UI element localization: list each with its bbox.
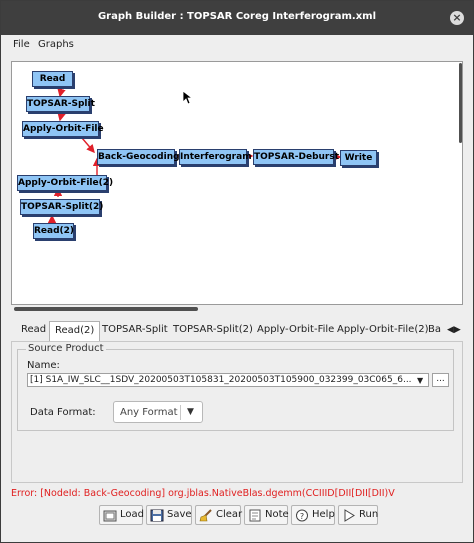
edge-orbit-backgeo bbox=[81, 137, 95, 154]
menu-bar: File Graphs bbox=[1, 35, 473, 55]
menu-file[interactable]: File bbox=[13, 39, 30, 50]
tab-scroll-right-icon[interactable]: ▶ bbox=[454, 325, 461, 335]
note-icon bbox=[249, 509, 261, 522]
graph-node-topsar-deburst[interactable]: TOPSAR-Deburst bbox=[253, 149, 339, 165]
tab-back-geocoding-partial[interactable]: Ba bbox=[423, 321, 446, 341]
data-format-value: Any Format bbox=[120, 407, 178, 418]
help-icon: ? bbox=[296, 509, 308, 522]
note-label: Note bbox=[265, 509, 289, 520]
source-product-legend: Source Product bbox=[26, 343, 106, 354]
horizontal-scroll-thumb[interactable] bbox=[14, 307, 198, 311]
run-button[interactable]: Run bbox=[338, 505, 378, 525]
error-message: Error: [NodeId: Back-Geocoding] org.jbla… bbox=[11, 488, 395, 499]
source-product-select[interactable]: [1] S1A_IW_SLC__1SDV_20200503T105831_202… bbox=[27, 373, 429, 387]
data-format-select[interactable]: Any Format ▼ bbox=[113, 401, 203, 423]
graph-node-read[interactable]: Read bbox=[32, 71, 73, 87]
source-product-group bbox=[17, 349, 454, 431]
tab-topsar-split-2[interactable]: TOPSAR-Split(2) bbox=[168, 321, 258, 341]
chevron-down-icon: ▼ bbox=[187, 407, 194, 417]
edge-read-split bbox=[57, 86, 66, 98]
close-icon[interactable]: × bbox=[450, 11, 464, 25]
graph-node-read-2[interactable]: Read(2) bbox=[33, 223, 74, 239]
graph-node-write[interactable]: Write bbox=[340, 150, 377, 166]
name-label: Name: bbox=[27, 360, 60, 371]
menu-graphs[interactable]: Graphs bbox=[38, 39, 74, 50]
graph-node-back-geocoding[interactable]: Back-Geocoding bbox=[97, 149, 180, 165]
save-label: Save bbox=[167, 509, 192, 520]
clear-label: Clear bbox=[216, 509, 243, 520]
load-icon bbox=[103, 510, 117, 522]
node-tabs: Read Read(2) TOPSAR-Split TOPSAR-Split(2… bbox=[11, 321, 463, 341]
browse-button[interactable]: ... bbox=[432, 373, 449, 387]
edge-split-orbit bbox=[57, 110, 66, 122]
tab-apply-orbit-file-2[interactable]: Apply-Orbit-File(2) bbox=[332, 321, 433, 341]
graph-node-interferogram[interactable]: Interferogram bbox=[179, 149, 252, 165]
broom-icon bbox=[199, 509, 212, 522]
graph-canvas[interactable]: Read TOPSAR-Split Apply-Orbit-File Back-… bbox=[11, 61, 463, 305]
select-divider bbox=[180, 405, 181, 420]
tab-scroll-left-icon[interactable]: ◀ bbox=[447, 325, 454, 335]
graph-vertical-scrollbar[interactable] bbox=[459, 63, 462, 143]
mouse-pointer-icon bbox=[182, 90, 192, 105]
help-label: Help bbox=[312, 509, 335, 520]
dropdown-arrow-icon[interactable]: ▼ bbox=[417, 376, 423, 385]
graph-node-topsar-split[interactable]: TOPSAR-Split bbox=[26, 96, 95, 112]
run-label: Run bbox=[359, 509, 379, 520]
svg-text:?: ? bbox=[300, 512, 304, 521]
tab-topsar-split[interactable]: TOPSAR-Split bbox=[97, 321, 173, 341]
save-button[interactable]: Save bbox=[146, 505, 192, 525]
play-icon bbox=[344, 509, 355, 522]
window-title: Graph Builder : TOPSAR Coreg Interferogr… bbox=[97, 11, 377, 22]
load-label: Load bbox=[120, 509, 144, 520]
help-button[interactable]: ? Help bbox=[291, 505, 335, 525]
graph-builder-window: Graph Builder : TOPSAR Coreg Interferogr… bbox=[0, 0, 474, 543]
data-format-label: Data Format: bbox=[30, 407, 96, 418]
clear-button[interactable]: Clear bbox=[195, 505, 243, 525]
tab-read[interactable]: Read bbox=[16, 321, 51, 341]
graph-horizontal-scrollbar[interactable] bbox=[11, 305, 463, 313]
tab-apply-orbit-file[interactable]: Apply-Orbit-File bbox=[252, 321, 339, 341]
graph-node-apply-orbit-file-2[interactable]: Apply-Orbit-File(2) bbox=[17, 175, 113, 191]
graph-node-topsar-split-2[interactable]: TOPSAR-Split(2) bbox=[20, 199, 103, 215]
save-icon bbox=[150, 509, 164, 522]
graph-node-apply-orbit-file[interactable]: Apply-Orbit-File bbox=[22, 121, 104, 137]
tab-read-2[interactable]: Read(2) bbox=[49, 321, 101, 341]
title-bar[interactable]: Graph Builder : TOPSAR Coreg Interferogr… bbox=[1, 1, 473, 35]
load-button[interactable]: Load bbox=[99, 505, 144, 525]
tab-scroll-arrows[interactable]: ◀▶ bbox=[447, 325, 461, 335]
note-button[interactable]: Note bbox=[244, 505, 289, 525]
